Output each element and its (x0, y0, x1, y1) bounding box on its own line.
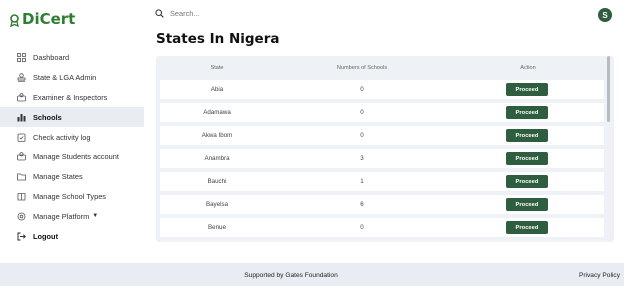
grid-icon (17, 53, 26, 63)
sidebar-item-manage-students-account[interactable]: Manage Students account (0, 147, 144, 167)
state-cell: Abia (210, 86, 224, 93)
sidebar-item-manage-platform[interactable]: Manage Platform ▼ (0, 206, 144, 226)
badge-icon (17, 152, 26, 161)
schools-count-cell: 0 (360, 109, 364, 116)
proceed-button[interactable]: Proceed (506, 152, 548, 165)
sidebar-item-label: Manage School Types (33, 191, 106, 201)
bar-chart-icon (17, 113, 26, 122)
page-title: States In Nigera (156, 31, 280, 47)
state-cell: Bauchi (207, 178, 227, 185)
proceed-button[interactable]: Proceed (506, 175, 548, 188)
footer: Supported by Gates Foundation Privacy Po… (0, 263, 624, 286)
states-table: State Numbers of Schools Action Abia 0 P… (156, 56, 614, 242)
table-row: Adamawa 0 Proceed (160, 103, 604, 122)
sidebar-item-label: Schools (33, 112, 62, 122)
sidebar-item-label: Dashboard (33, 53, 70, 63)
schools-count-cell: 1 (360, 178, 364, 185)
logout-icon (17, 232, 26, 241)
search-input[interactable]: Search... (170, 9, 200, 18)
proceed-button[interactable]: Proceed (506, 129, 548, 142)
column-header-schools: Numbers of Schools (336, 65, 388, 71)
table-row: Bauchi 1 Proceed (160, 172, 604, 191)
state-cell: Anambra (204, 155, 230, 162)
schools-count-cell: 0 (360, 132, 364, 139)
proceed-button[interactable]: Proceed (506, 198, 548, 211)
sidebar-item-label: Examiner & Inspectors (33, 92, 108, 102)
sidebar-nav: Dashboard State & LGA Admin Examiner & I… (0, 48, 144, 246)
proceed-button[interactable]: Proceed (506, 221, 548, 234)
schools-count-cell: 0 (360, 86, 364, 93)
award-badge-icon (9, 13, 20, 27)
sidebar-item-manage-states[interactable]: Manage States (0, 167, 144, 187)
search-box[interactable]: Search... (155, 9, 200, 18)
settings-icon (17, 212, 26, 221)
stamp-icon (17, 73, 26, 82)
folder-icon (17, 172, 26, 181)
table-row: Bayelsa 6 Proceed (160, 195, 604, 214)
schools-count-cell: 3 (360, 155, 364, 162)
table-row: Anambra 3 Proceed (160, 149, 604, 168)
sidebar-item-dashboard[interactable]: Dashboard (0, 48, 144, 68)
column-header-state: State (210, 65, 224, 71)
sidebar-item-label: Manage Students account (33, 152, 119, 162)
table-row: Abia 0 Proceed (160, 80, 604, 99)
caret-down-icon: ▼ (92, 213, 99, 220)
sidebar-item-label: State & LGA Admin (33, 73, 97, 83)
state-cell: Benue (208, 224, 226, 231)
column-header-action: Action (520, 65, 536, 71)
state-cell: Bayelsa (205, 201, 229, 208)
top-bar: Search... S (144, 0, 624, 30)
search-icon (155, 9, 164, 18)
state-cell: Adamawa (203, 109, 231, 116)
clipboard-check-icon (17, 133, 26, 142)
schools-count-cell: 6 (360, 201, 364, 208)
sidebar-item-label: Manage States (33, 172, 83, 182)
sidebar-item-logout[interactable]: Logout (0, 226, 144, 246)
state-cell: Akwa Ibom (201, 132, 233, 139)
badge-icon (17, 93, 26, 102)
dicert-logo[interactable]: DiCert (9, 10, 75, 28)
supported-by-text: Supported by Gates Foundation (244, 272, 338, 279)
sidebar-item-manage-school-types[interactable]: Manage School Types (0, 187, 144, 207)
table-row: Benue 0 Proceed (160, 218, 604, 237)
sidebar-item-label: Manage Platform (33, 211, 90, 221)
logo-text: DiCert (22, 10, 76, 28)
sidebar: DiCert Dashboard State & LGA Admin Exami… (0, 0, 144, 262)
sidebar-item-state-lga-admin[interactable]: State & LGA Admin (0, 68, 144, 88)
schools-count-cell: 0 (360, 224, 364, 231)
sidebar-item-label: Check activity log (33, 132, 91, 142)
proceed-button[interactable]: Proceed (506, 83, 548, 96)
user-avatar[interactable]: S (598, 8, 612, 22)
sidebar-item-examiner-inspectors[interactable]: Examiner & Inspectors (0, 88, 144, 108)
sidebar-item-label: Logout (33, 231, 59, 241)
privacy-policy-link[interactable]: Privacy Policy (579, 272, 620, 279)
sidebar-item-check-activity-log[interactable]: Check activity log (0, 127, 144, 147)
table-scrollbar[interactable] (607, 56, 611, 242)
table-header: State Numbers of Schools Action (156, 65, 604, 77)
proceed-button[interactable]: Proceed (506, 106, 548, 119)
book-icon (17, 192, 26, 201)
table-row: Akwa Ibom 0 Proceed (160, 126, 604, 145)
scrollbar-thumb[interactable] (607, 56, 610, 122)
sidebar-item-schools[interactable]: Schools (0, 107, 144, 128)
